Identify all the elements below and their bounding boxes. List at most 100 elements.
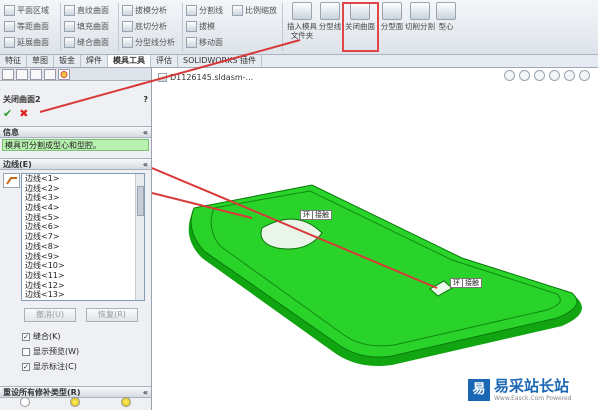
cancel-button[interactable]: ✖ bbox=[19, 107, 28, 120]
panel-title: 关闭曲面2 ? bbox=[0, 93, 151, 106]
tooling-split-icon bbox=[410, 2, 430, 20]
watermark: 易 易采站长站 Www.Easck.Com Powered bbox=[466, 370, 598, 410]
scale-button[interactable]: 比例缩放 bbox=[232, 2, 277, 18]
list-item[interactable]: 边线<10> bbox=[22, 261, 144, 271]
edge-list-scrollbar[interactable] bbox=[135, 174, 144, 300]
ribbon-column-surfaces: 平面区域 等距曲面 延展曲面 bbox=[4, 2, 49, 50]
list-item[interactable]: 边线<6> bbox=[22, 222, 144, 232]
ribbon-column-ruled: 直纹曲面 填充曲面 缝合曲面 bbox=[64, 2, 109, 50]
core-icon bbox=[436, 2, 456, 20]
checkbox-callouts[interactable]: ✓ bbox=[22, 362, 30, 371]
draft-button[interactable]: 拔模 bbox=[186, 18, 223, 34]
tab-solidworks-addins[interactable]: SOLIDWORKS 插件 bbox=[178, 55, 262, 67]
list-item[interactable]: 边线<1> bbox=[22, 174, 144, 184]
tab-weldments[interactable]: 焊件 bbox=[81, 55, 108, 67]
tab-evaluate[interactable]: 评估 bbox=[151, 55, 178, 67]
show-callouts-checkbox[interactable]: ✓ 显示标注(C) bbox=[22, 361, 77, 372]
undo-button[interactable]: 撤消(U) bbox=[24, 308, 76, 322]
config-manager-icon[interactable] bbox=[30, 69, 42, 80]
dimxpert-icon[interactable] bbox=[44, 69, 56, 80]
parting-surface-icon bbox=[382, 2, 402, 20]
list-item[interactable]: 边线<3> bbox=[22, 193, 144, 203]
split-line-button[interactable]: 分割线 bbox=[186, 2, 223, 18]
offset-surface-button[interactable]: 等距曲面 bbox=[4, 18, 49, 34]
mold-folder-icon bbox=[292, 2, 312, 20]
planar-surface-button[interactable]: 平面区域 bbox=[4, 2, 49, 18]
edge-list[interactable]: 边线<1> 边线<2> 边线<3> 边线<4> 边线<5> 边线<6> 边线<7> 边线<8>… bbox=[21, 173, 145, 301]
list-item[interactable]: 边线<12> bbox=[22, 281, 144, 291]
list-item[interactable]: 边线<11> bbox=[22, 271, 144, 281]
show-preview-checkbox[interactable]: 显示预览(W) bbox=[22, 346, 79, 357]
watermark-url: Www.Easck.Com Powered bbox=[494, 395, 572, 402]
list-item[interactable]: 边线<9> bbox=[22, 252, 144, 262]
checkbox-knit[interactable]: ✓ bbox=[22, 332, 30, 341]
fill-surface-button[interactable]: 填充曲面 bbox=[64, 18, 109, 34]
ribbon-separator bbox=[182, 3, 183, 51]
scrollbar-thumb[interactable] bbox=[137, 186, 144, 216]
list-item[interactable]: 边线<4> bbox=[22, 203, 144, 213]
command-tabs: 特征 草图 钣金 焊件 模具工具 评估 SOLIDWORKS 插件 bbox=[0, 55, 598, 68]
tab-sheet-metal[interactable]: 钣金 bbox=[54, 55, 81, 67]
checkbox-preview[interactable] bbox=[22, 347, 30, 356]
draft-analysis-icon bbox=[122, 4, 133, 16]
property-manager-icon[interactable] bbox=[16, 69, 28, 80]
collapse-icon: « bbox=[142, 159, 148, 169]
knit-extend-surface-button[interactable]: 延展曲面 bbox=[4, 34, 49, 50]
planar-surface-icon bbox=[4, 4, 15, 16]
command-manager-ribbon: 平面区域 等距曲面 延展曲面 直纹曲面 填充曲面 缝合曲面 拔模分析 底切分析 … bbox=[0, 0, 598, 55]
offset-surface-icon bbox=[4, 20, 15, 32]
list-item[interactable]: 边线<8> bbox=[22, 242, 144, 252]
tangent-patch-icon[interactable] bbox=[120, 397, 131, 407]
graphics-area[interactable]: D1126145.sldasm-... 环接触 环接触 bbox=[152, 68, 598, 410]
extend-surface-icon bbox=[4, 36, 15, 48]
watermark-logo: 易 bbox=[468, 379, 490, 401]
collapse-icon: « bbox=[142, 127, 148, 137]
knit-checkbox[interactable]: ✓ 缝合(K) bbox=[22, 331, 61, 342]
list-item[interactable]: 边线<5> bbox=[22, 213, 144, 223]
tab-features[interactable]: 特征 bbox=[0, 55, 27, 67]
list-item[interactable]: 边线<7> bbox=[22, 232, 144, 242]
list-item[interactable]: 边线<2> bbox=[22, 184, 144, 194]
edge-callout[interactable]: 环接触 bbox=[450, 278, 482, 288]
core-button[interactable]: 型心 bbox=[430, 2, 462, 31]
info-section-header[interactable]: 信息 « bbox=[0, 126, 151, 138]
display-manager-icon[interactable] bbox=[58, 69, 70, 80]
edge-callout[interactable]: 环接触 bbox=[300, 210, 332, 220]
undercut-analysis-icon bbox=[122, 20, 133, 32]
feature-tree-icon[interactable] bbox=[2, 69, 14, 80]
fill-surface-icon bbox=[64, 20, 75, 32]
no-fill-patch-icon[interactable] bbox=[20, 397, 31, 407]
knit-surface-button[interactable]: 缝合曲面 bbox=[64, 34, 109, 50]
highlight-box bbox=[342, 2, 379, 52]
edge-items: 边线<1> 边线<2> 边线<3> 边线<4> 边线<5> 边线<6> 边线<7> 边线<8>… bbox=[22, 174, 144, 300]
ribbon-separator bbox=[118, 3, 119, 51]
draft-analysis-button[interactable]: 拔模分析 bbox=[122, 2, 175, 18]
watermark-text: 易采站长站 Www.Easck.Com Powered bbox=[494, 378, 572, 403]
knit-surface-icon bbox=[64, 36, 75, 48]
edge-selection-icon bbox=[3, 173, 20, 188]
help-icon[interactable]: ? bbox=[143, 95, 148, 104]
tab-mold-tools[interactable]: 模具工具 bbox=[108, 55, 151, 67]
ribbon-separator bbox=[60, 3, 61, 51]
ribbon-column-analysis: 拔模分析 底切分析 分型线分析 bbox=[122, 2, 175, 50]
ribbon-separator bbox=[282, 3, 283, 51]
scale-icon bbox=[232, 4, 243, 16]
parting-line-analysis-button[interactable]: 分型线分析 bbox=[122, 34, 175, 50]
move-face-button[interactable]: 移动面 bbox=[186, 34, 223, 50]
tab-sketch[interactable]: 草图 bbox=[27, 55, 54, 67]
ribbon-column-scale: 比例缩放 bbox=[232, 2, 277, 18]
parting-analysis-icon bbox=[122, 36, 133, 48]
draft-icon bbox=[186, 20, 197, 32]
redo-button[interactable]: 恢复(R) bbox=[86, 308, 138, 322]
split-line-icon bbox=[186, 4, 197, 16]
contact-patch-icon[interactable] bbox=[70, 397, 81, 407]
move-face-icon bbox=[186, 36, 197, 48]
property-manager: 关闭曲面2 ? ✔ ✖ 信息 « 模具可分割成型心和型腔。 边线(E) « 边线… bbox=[0, 68, 152, 410]
ruled-surface-button[interactable]: 直纹曲面 bbox=[64, 2, 109, 18]
part-model bbox=[152, 167, 582, 367]
edges-section-header[interactable]: 边线(E) « bbox=[0, 158, 151, 170]
undercut-analysis-button[interactable]: 底切分析 bbox=[122, 18, 175, 34]
list-item[interactable]: 边线<13> bbox=[22, 290, 144, 300]
ok-button[interactable]: ✔ bbox=[3, 107, 12, 120]
ok-cancel-row: ✔ ✖ bbox=[0, 106, 151, 120]
